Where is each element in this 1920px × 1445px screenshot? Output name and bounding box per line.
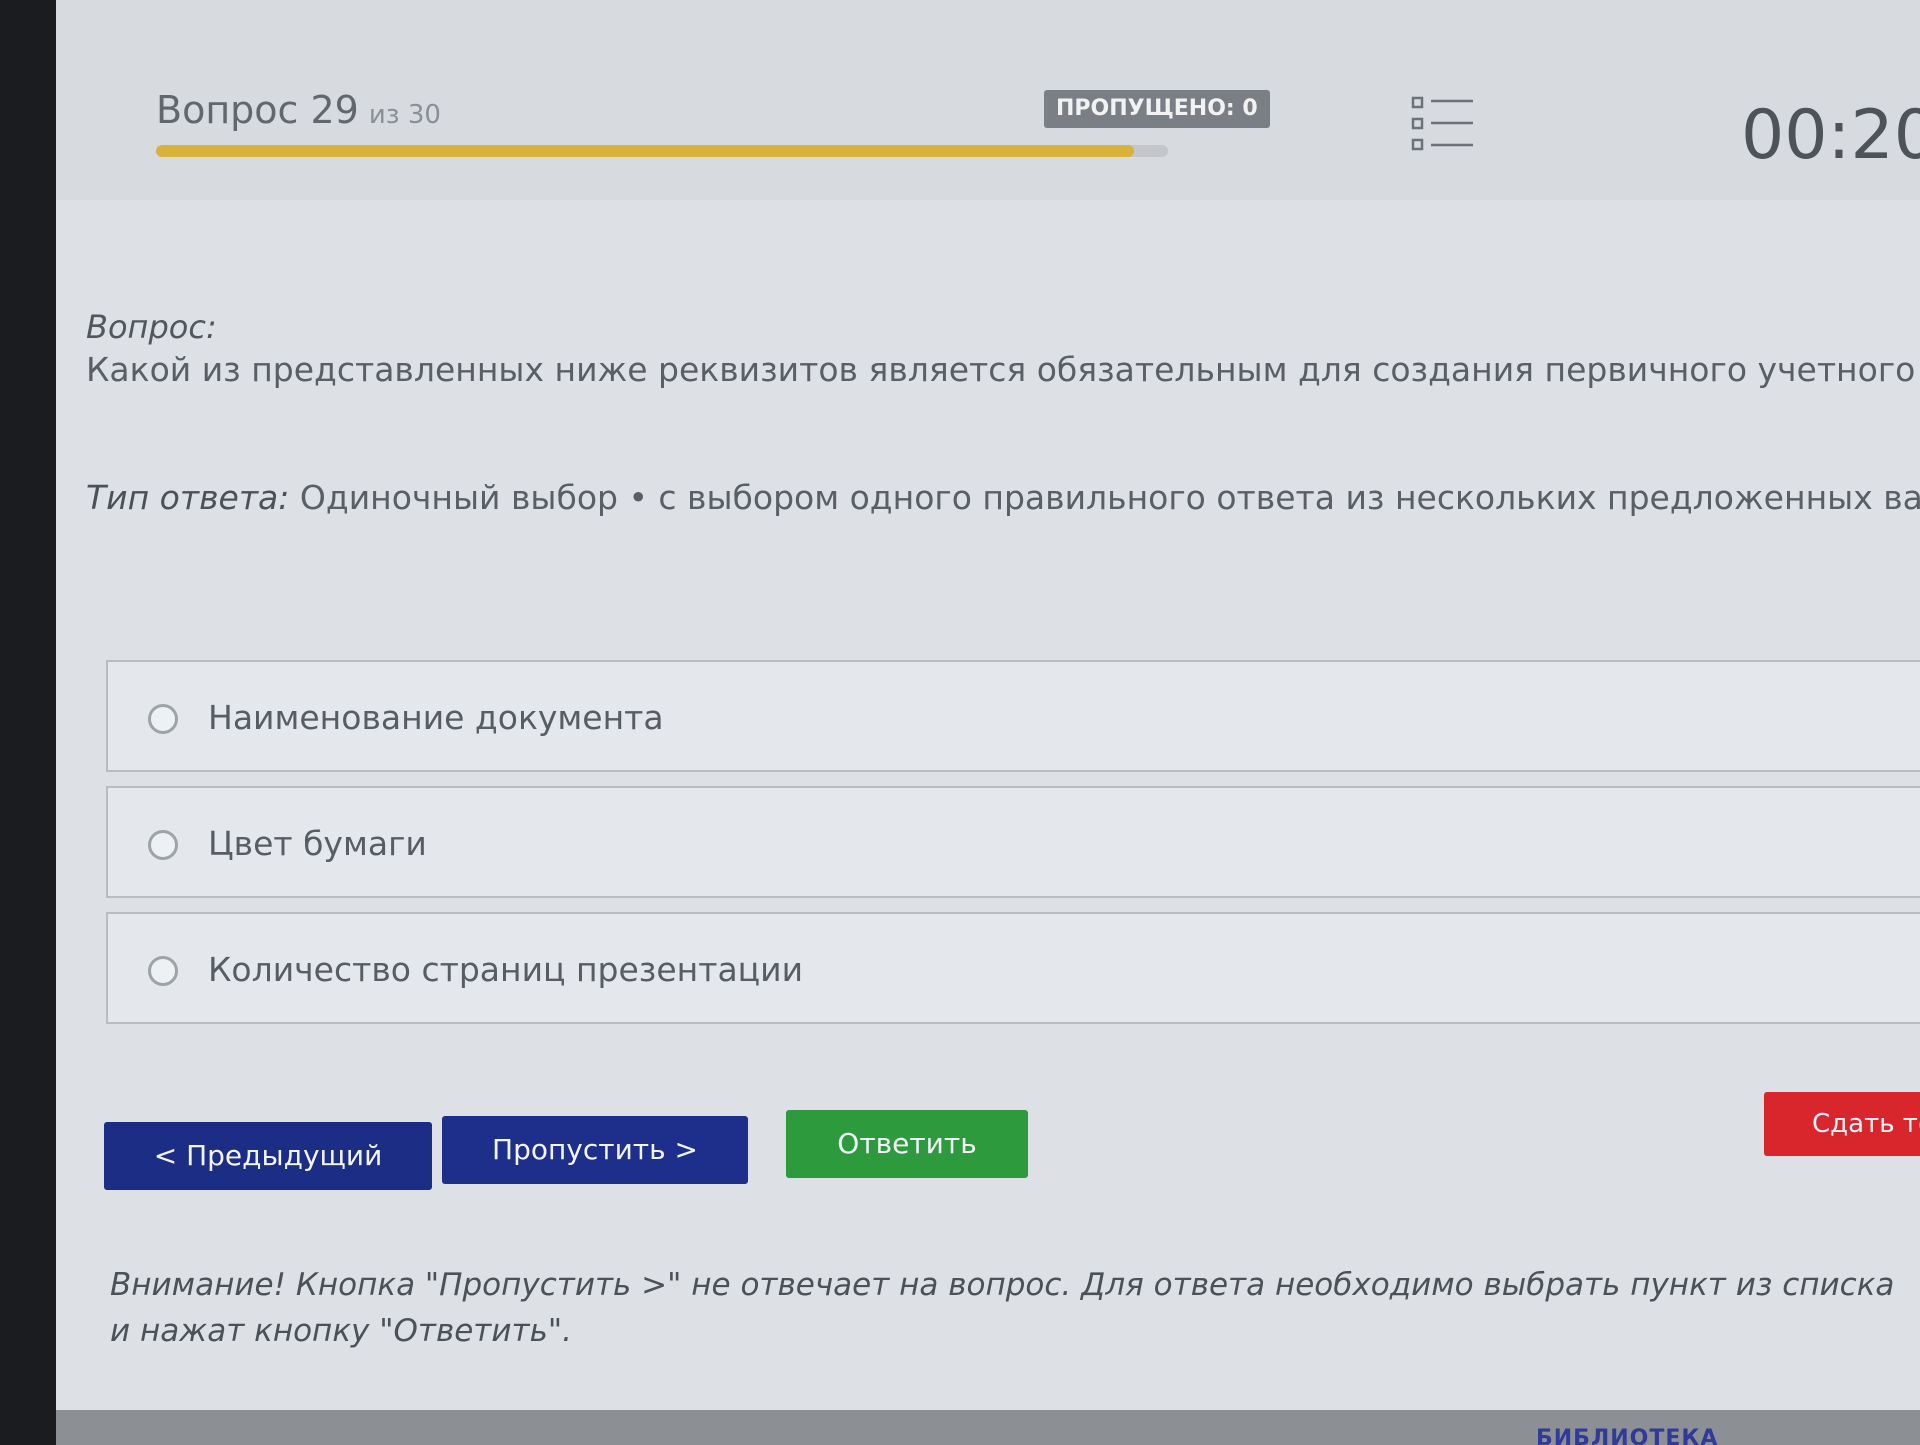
footer-bar: БИБЛИОТЕКА <box>56 1410 1920 1445</box>
question-counter: Вопрос 29 из 30 <box>156 88 441 132</box>
progress-bar <box>156 145 1168 157</box>
question-total: из 30 <box>368 100 441 130</box>
answer-option[interactable]: Количество страниц презентации <box>106 912 1920 1024</box>
progress-fill <box>156 145 1134 157</box>
skip-button[interactable]: Пропустить > <box>442 1116 748 1184</box>
radio-button[interactable] <box>148 830 178 860</box>
timer: 00:20:2 <box>1741 96 1920 175</box>
answer-type: Тип ответа: Одиночный выбор • с выбором … <box>86 478 1920 517</box>
answer-options: Наименование документа Цвет бумаги Колич… <box>106 660 1920 1038</box>
radio-button[interactable] <box>148 704 178 734</box>
skipped-badge: ПРОПУЩЕНО: 0 <box>1044 90 1270 128</box>
quiz-screen: Вопрос 29 из 30 ПРОПУЩЕНО: 0 00:20:2 Вопр… <box>56 0 1920 1445</box>
warning-message: Внимание! Кнопка "Пропустить >" не отвеч… <box>110 1267 1895 1349</box>
quiz-header: Вопрос 29 из 30 ПРОПУЩЕНО: 0 00:20:2 <box>56 0 1920 200</box>
question-label: Вопрос: <box>86 308 217 346</box>
question-list-icon[interactable] <box>1411 95 1475 153</box>
previous-button[interactable]: < Предыдущий <box>104 1122 432 1190</box>
answer-option[interactable]: Цвет бумаги <box>106 786 1920 898</box>
question-text: Какой из представленных ниже реквизитов … <box>86 350 1920 389</box>
answer-type-label: Тип ответа: <box>86 478 290 517</box>
answer-option-label: Наименование документа <box>208 698 664 737</box>
submit-test-button[interactable]: Сдать те <box>1764 1092 1920 1156</box>
answer-option[interactable]: Наименование документа <box>106 660 1920 772</box>
radio-button[interactable] <box>148 956 178 986</box>
answer-button[interactable]: Ответить <box>786 1110 1028 1178</box>
answer-type-text: Одиночный выбор • с выбором одного прави… <box>299 478 1920 517</box>
answer-option-label: Количество страниц презентации <box>208 950 804 989</box>
footer-library-link[interactable]: БИБЛИОТЕКА <box>1536 1426 1718 1445</box>
answer-option-label: Цвет бумаги <box>208 824 427 863</box>
question-number: Вопрос 29 <box>156 88 359 132</box>
